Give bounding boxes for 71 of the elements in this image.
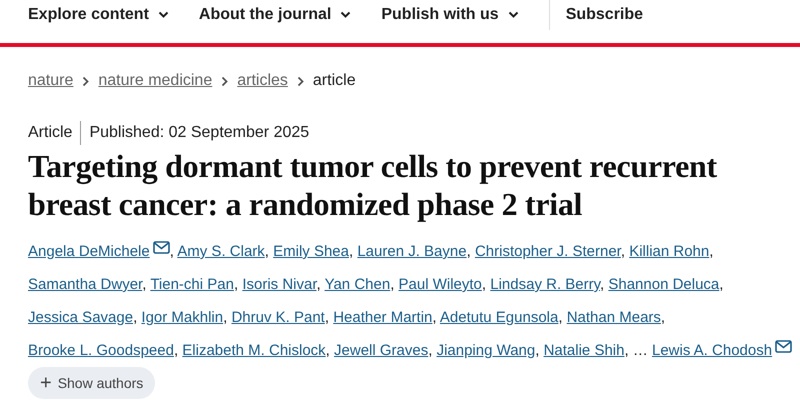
comma: , [349, 243, 354, 260]
comma: , [174, 342, 178, 359]
envelope-icon[interactable] [775, 340, 792, 353]
author-link[interactable]: Shannon Deluca [608, 276, 720, 293]
comma: , [234, 276, 238, 293]
nav-menu-item[interactable]: Publish with us [381, 3, 519, 27]
comma: , [620, 243, 626, 260]
article-type: Article [28, 121, 82, 145]
comma: , [432, 309, 437, 326]
article-title: Targeting dormant tumor cells to prevent recurrent breast cancer: a randomized phase 2 trial [27, 147, 718, 223]
nav-menu-item[interactable]: About the journal [198, 3, 352, 27]
envelope-icon[interactable] [152, 241, 170, 254]
nav-menu-item[interactable]: Explore content [28, 3, 169, 27]
comma: , [324, 309, 330, 326]
author-link[interactable]: Heather Martin [333, 309, 432, 326]
author-link[interactable]: Emily Shea [273, 243, 349, 260]
nav-menu-item[interactable]: Subscribe [548, 0, 644, 30]
author-link[interactable]: Jianping Wang [436, 342, 536, 359]
author-link[interactable]: Lewis A. Chodosh [652, 342, 772, 359]
author-link[interactable]: Natalie Shih [544, 342, 624, 359]
comma: , [264, 243, 269, 260]
comma: , [709, 243, 714, 260]
author-link[interactable]: Igor Makhlin [141, 309, 224, 326]
author-link[interactable]: Killian Rohn [629, 243, 710, 260]
comma: , [482, 276, 486, 293]
breadcrumb-link[interactable]: articles [237, 69, 288, 93]
author-link[interactable]: Brooke L. Goodspeed [28, 342, 174, 359]
author-link[interactable]: Jewell Graves [334, 342, 428, 359]
publication-date: Published: 02 September 2025 [88, 123, 310, 143]
author-link[interactable]: Isoris Nivar [242, 276, 316, 293]
comma: , [223, 309, 228, 326]
chevron-right-icon [221, 76, 228, 86]
comma: , [326, 342, 330, 359]
comma: , [558, 309, 563, 326]
comma: , [624, 342, 629, 359]
author-link[interactable]: Tien-chi Pan [150, 276, 234, 293]
breadcrumb-link[interactable]: nature [28, 69, 74, 93]
show-authors-button[interactable]: + Show authors [28, 367, 156, 399]
comma: , [170, 243, 174, 260]
author-link[interactable]: Adetutu Egunsola [440, 309, 558, 326]
comma: , [428, 342, 432, 359]
chevron-down-icon [158, 11, 169, 19]
author-link[interactable]: Dhruv K. Pant [231, 309, 325, 326]
author-link[interactable]: Christopher J. Sterner [474, 243, 621, 260]
breadcrumb-current: article [312, 71, 356, 91]
breadcrumb-link[interactable]: nature medicine [98, 69, 212, 93]
author-link[interactable]: Amy S. Clark [177, 243, 265, 260]
comma: , [390, 276, 394, 293]
comma: , [600, 276, 604, 293]
author-link[interactable]: Paul Wileyto [398, 276, 482, 293]
author-link[interactable]: Elizabeth M. Chislock [182, 342, 326, 359]
ellipsis: … [632, 342, 648, 359]
author-link[interactable]: Yan Chen [324, 276, 390, 293]
plus-icon: + [40, 373, 52, 393]
comma: , [660, 309, 666, 326]
comma: , [133, 309, 138, 326]
author-link[interactable]: Angela DeMichele [28, 243, 150, 260]
chevron-down-icon [508, 11, 519, 19]
author-link[interactable]: Samantha Dwyer [28, 276, 142, 293]
author-link[interactable]: Lindsay R. Berry [490, 276, 600, 293]
chevron-down-icon [340, 11, 352, 19]
author-link[interactable]: Lauren J. Bayne [357, 243, 467, 260]
comma: , [719, 276, 724, 293]
comma: , [535, 342, 540, 359]
comma: , [466, 243, 471, 260]
comma: , [142, 276, 146, 293]
author-link[interactable]: Jessica Savage [28, 309, 134, 326]
comma: , [316, 276, 321, 293]
author-link[interactable]: Nathan Mears [566, 309, 661, 326]
chevron-right-icon [82, 76, 90, 86]
chevron-right-icon [296, 76, 304, 86]
